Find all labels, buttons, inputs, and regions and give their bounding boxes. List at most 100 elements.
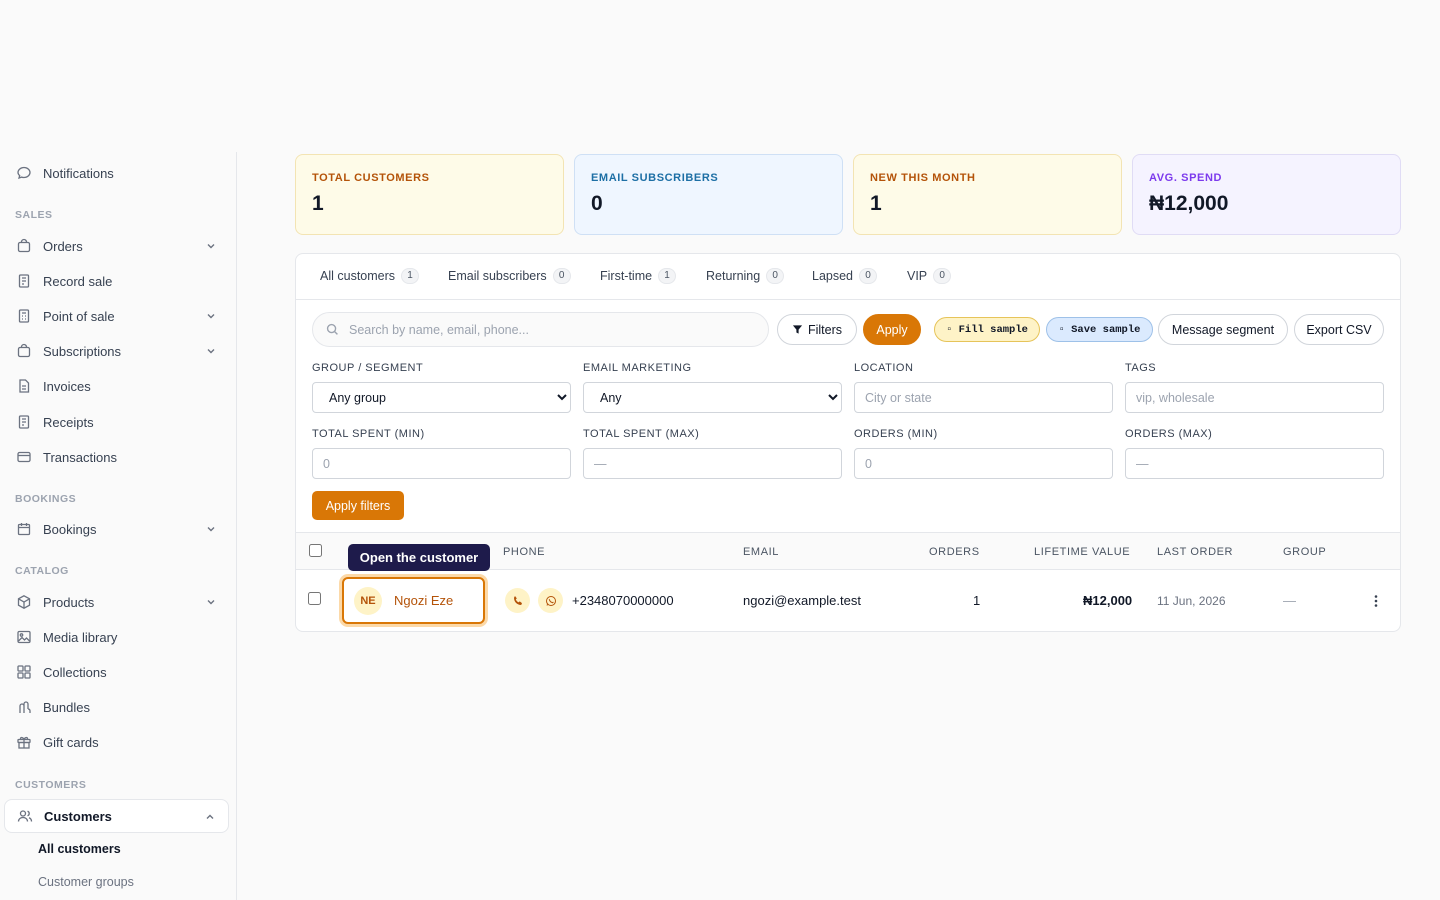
bag-icon — [16, 238, 32, 254]
tab-label: VIP — [907, 269, 928, 283]
location-input[interactable] — [854, 382, 1113, 413]
total-spent-max-input[interactable] — [583, 448, 842, 479]
sidebar-item-label: Receipts — [43, 414, 94, 430]
tags-label: TAGS — [1125, 362, 1157, 374]
orders-min-input[interactable] — [854, 448, 1113, 479]
message-segment-button[interactable]: Message segment — [1158, 314, 1288, 345]
customer-group: — — [1283, 593, 1296, 608]
orders-max-label: ORDERS (MAX) — [1125, 428, 1213, 440]
sidebar-item-bundles[interactable]: Bundles — [4, 690, 229, 724]
total-spent-min-label: TOTAL SPENT (MIN) — [312, 428, 425, 440]
stat-label: AVG. SPEND — [1149, 172, 1223, 184]
apply-button[interactable]: Apply — [863, 314, 921, 345]
open-customer-tooltip: Open the customer — [348, 544, 490, 571]
sidebar-item-collections[interactable]: Collections — [4, 655, 229, 689]
sidebar-item-label: Invoices — [43, 378, 91, 394]
column-header-last-order[interactable]: LAST ORDER — [1157, 546, 1233, 558]
select-all-checkbox[interactable] — [309, 544, 322, 557]
sidebar-item-bookings[interactable]: Bookings — [4, 512, 229, 546]
sidebar-item-receipts[interactable]: Receipts — [4, 405, 229, 439]
orders-max-input[interactable] — [1125, 448, 1384, 479]
sidebar-subitem-customer-groups[interactable]: Customer groups — [38, 875, 134, 889]
stat-card-new-this-month: NEW THIS MONTH 1 — [853, 154, 1122, 235]
total-spent-max-label: TOTAL SPENT (MAX) — [583, 428, 700, 440]
column-header-phone[interactable]: PHONE — [503, 546, 545, 558]
bag-icon — [16, 343, 32, 359]
chevron-down-icon[interactable] — [205, 310, 217, 322]
calendar-icon — [16, 521, 32, 537]
stat-value: 1 — [312, 192, 324, 215]
sidebar-item-record-sale[interactable]: Record sale — [4, 264, 229, 298]
tab-first-time[interactable]: First-time 1 — [600, 268, 677, 284]
row-checkbox[interactable] — [308, 592, 321, 605]
funnel-icon — [792, 325, 803, 334]
sidebar-item-media-library[interactable]: Media library — [4, 620, 229, 654]
chevron-down-icon[interactable] — [205, 345, 217, 357]
group-segment-select[interactable]: Any group — [312, 382, 571, 413]
tab-count-badge: 0 — [766, 268, 785, 284]
cube-icon — [16, 594, 32, 610]
tab-vip[interactable]: VIP 0 — [907, 268, 952, 284]
tab-lapsed[interactable]: Lapsed 0 — [812, 268, 878, 284]
chevron-down-icon[interactable] — [205, 523, 217, 535]
apply-filters-button[interactable]: Apply filters — [312, 491, 404, 520]
sidebar-item-transactions[interactable]: Transactions — [4, 440, 229, 474]
tab-all-customers[interactable]: All customers 1 — [320, 268, 420, 284]
grid-icon — [16, 664, 32, 680]
tab-count-badge: 1 — [401, 268, 420, 284]
total-spent-min-input[interactable] — [312, 448, 571, 479]
sidebar-subitem-all-customers[interactable]: All customers — [38, 842, 121, 856]
sidebar-item-label: Notifications — [43, 165, 114, 181]
customer-orders: 1 — [973, 593, 981, 608]
calculator-icon — [16, 308, 32, 324]
search-input[interactable] — [349, 322, 749, 337]
tab-returning[interactable]: Returning 0 — [706, 268, 785, 284]
export-csv-button[interactable]: Export CSV — [1294, 314, 1384, 345]
fill-sample-button[interactable]: ▫ Fill sample — [934, 317, 1040, 342]
customer-last-order: 11 Jun, 2026 — [1157, 594, 1226, 608]
more-vertical-icon[interactable] — [1369, 593, 1383, 609]
credit-card-icon — [16, 449, 32, 465]
gift-icon — [16, 734, 32, 750]
whatsapp-button[interactable] — [538, 588, 563, 613]
tab-count-badge: 0 — [859, 268, 878, 284]
customer-name-cell[interactable]: NE Ngozi Eze — [342, 577, 485, 624]
orders-min-label: ORDERS (MIN) — [854, 428, 938, 440]
sidebar-item-label: Customers — [44, 808, 112, 824]
sidebar-item-orders[interactable]: Orders — [4, 229, 229, 263]
column-header-lifetime-value[interactable]: LIFETIME VALUE — [1034, 546, 1130, 558]
email-marketing-select[interactable]: Any — [583, 382, 842, 413]
sidebar-item-invoices[interactable]: Invoices — [4, 369, 229, 403]
stat-card-total-customers: TOTAL CUSTOMERS 1 — [295, 154, 564, 235]
save-sample-button[interactable]: ▫ Save sample — [1046, 317, 1153, 342]
chevron-up-icon[interactable] — [204, 811, 216, 823]
users-icon — [17, 808, 33, 824]
sidebar-item-gift-cards[interactable]: Gift cards — [4, 725, 229, 759]
segment-tabs: All customers 1 Email subscribers 0 Firs… — [296, 254, 1400, 300]
sidebar-item-customers[interactable]: Customers — [4, 799, 229, 833]
sidebar-item-subscriptions[interactable]: Subscriptions — [4, 334, 229, 368]
tab-label: Lapsed — [812, 269, 854, 283]
filters-button[interactable]: Filters — [777, 314, 857, 345]
tags-input[interactable] — [1125, 382, 1384, 413]
tab-count-badge: 0 — [552, 268, 571, 284]
call-button[interactable] — [505, 588, 530, 613]
location-label: LOCATION — [854, 362, 914, 374]
chevron-down-icon[interactable] — [205, 596, 217, 608]
sidebar-item-notifications[interactable]: Notifications — [4, 156, 229, 190]
whatsapp-icon — [545, 595, 556, 606]
customer-name-link[interactable]: Ngozi Eze — [394, 593, 453, 608]
filters-button-label: Filters — [807, 322, 843, 337]
sidebar-item-point-of-sale[interactable]: Point of sale — [4, 299, 229, 333]
column-header-group[interactable]: GROUP — [1283, 546, 1326, 558]
chevron-down-icon[interactable] — [205, 240, 217, 252]
bundle-icon — [16, 699, 32, 715]
column-header-orders[interactable]: ORDERS — [929, 546, 980, 558]
sidebar-item-products[interactable]: Products — [4, 585, 229, 619]
sidebar-item-label: Collections — [43, 664, 107, 680]
sidebar-item-label: Media library — [43, 629, 118, 645]
tab-count-badge: 0 — [933, 268, 952, 284]
column-header-email[interactable]: EMAIL — [743, 546, 779, 558]
tab-email-subscribers[interactable]: Email subscribers 0 — [448, 268, 571, 284]
customer-lifetime-value: ₦12,000 — [1083, 593, 1133, 608]
